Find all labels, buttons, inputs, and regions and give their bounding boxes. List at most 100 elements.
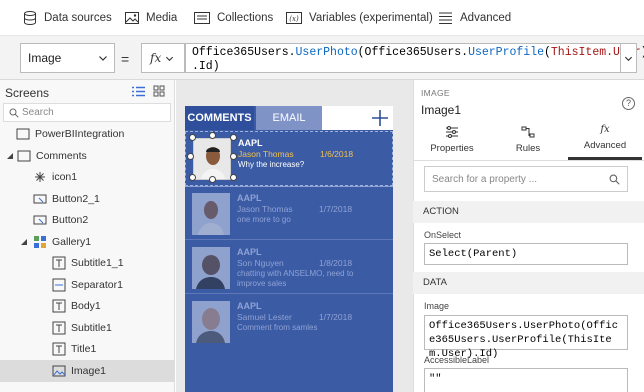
advanced-ribbon-button[interactable]: Advanced xyxy=(437,0,511,36)
grid-view-icon[interactable] xyxy=(153,85,165,97)
resize-handle[interactable] xyxy=(187,153,194,160)
formula-token: Office365Users. xyxy=(192,46,296,59)
help-icon[interactable]: ? xyxy=(622,97,635,110)
avatar[interactable] xyxy=(193,138,231,180)
property-dropdown-value: Image xyxy=(28,51,62,65)
tree-item-separator1[interactable]: Separator1 xyxy=(0,274,175,296)
advanced-ribbon-label: Advanced xyxy=(460,12,512,24)
tree-item-button2-1[interactable]: Button2_1 xyxy=(0,188,175,210)
resize-handle[interactable] xyxy=(230,174,237,181)
tree-item-icon1[interactable]: icon1 xyxy=(0,166,175,188)
fx-icon: fx xyxy=(150,51,162,65)
variables-button[interactable]: (x) Variables (experimental) xyxy=(285,0,433,36)
person-photo-icon xyxy=(192,193,230,235)
tab-advanced[interactable]: fx Advanced xyxy=(568,122,642,160)
tab-properties[interactable]: Properties xyxy=(417,122,487,160)
gallery-item[interactable]: AAPL Samuel Lester 1/7/2018 Comment from… xyxy=(185,295,393,350)
tree-item-label: Button2 xyxy=(52,213,89,226)
control-name: Image1 xyxy=(421,103,462,117)
tree-item-label: Separator1 xyxy=(71,278,123,291)
item-title: AAPL xyxy=(237,247,262,257)
search-icon xyxy=(9,108,19,118)
collections-button[interactable]: Collections xyxy=(193,0,273,36)
avatar xyxy=(192,193,230,235)
button-icon xyxy=(33,215,47,225)
image-property-input[interactable]: Office365Users.UserPhoto(Office365Users.… xyxy=(424,315,628,360)
tree-item-label: PowerBIIntegration xyxy=(35,127,125,140)
expanded-triangle-icon[interactable] xyxy=(20,238,28,246)
screens-search-placeholder: Search xyxy=(22,107,54,118)
formula-expand-button[interactable] xyxy=(621,43,637,73)
media-button[interactable]: Media xyxy=(124,0,177,36)
gallery-item[interactable]: AAPL Son Nguyen 1/8/2018 chatting with A… xyxy=(185,241,393,296)
tree-item-label: Gallery1 xyxy=(52,235,92,248)
tree-item-label: Body1 xyxy=(71,299,101,312)
tree-item-image1[interactable]: Image1 xyxy=(0,360,175,382)
screen-icon xyxy=(16,128,30,140)
item-date: 1/6/2018 xyxy=(320,149,354,159)
tree-item-powerbiintegration[interactable]: PowerBIIntegration xyxy=(0,123,175,145)
image-property-label: Image xyxy=(424,301,450,311)
gallery-item[interactable]: AAPL Jason Thomas 1/7/2018 one more to g… xyxy=(185,187,393,242)
chevron-down-icon xyxy=(166,56,174,61)
add-button[interactable] xyxy=(322,106,393,130)
chevron-down-icon xyxy=(99,56,107,61)
item-title: AAPL xyxy=(237,193,262,203)
person-photo-icon xyxy=(194,139,230,179)
screens-search-input[interactable]: Search xyxy=(3,103,171,122)
property-dropdown[interactable]: Image xyxy=(20,43,115,73)
tree-item-comments[interactable]: Comments xyxy=(0,145,175,167)
resize-handle[interactable] xyxy=(209,132,216,139)
fx-icon: fx xyxy=(600,124,610,135)
screens-title: Screens xyxy=(5,86,50,100)
item-body: Comment from samles xyxy=(237,323,318,332)
tree-item-label: Subtitle1_1 xyxy=(71,256,124,269)
tree-item-body1[interactable]: Body1 xyxy=(0,295,175,317)
resize-handle[interactable] xyxy=(209,176,216,183)
formula-token: UserProfile xyxy=(468,46,544,59)
section-action: ACTION xyxy=(413,201,644,223)
tree-item-label: Comments xyxy=(36,149,87,162)
data-sources-button[interactable]: Data sources xyxy=(22,0,112,36)
resize-handle[interactable] xyxy=(189,174,196,181)
database-icon xyxy=(24,11,36,26)
item-body: Why the increase? xyxy=(238,160,305,169)
expanded-triangle-icon[interactable] xyxy=(6,152,14,160)
accessiblelabel-label: AccessibleLabel xyxy=(424,355,490,365)
tree-item-subtitle1-1[interactable]: Subtitle1_1 xyxy=(0,252,175,274)
formula-token: ) xyxy=(641,46,644,59)
email-tab-button[interactable]: EMAIL xyxy=(256,106,322,130)
icon-control-icon xyxy=(35,171,45,182)
tree-item-gallery1[interactable]: Gallery1 xyxy=(0,231,175,253)
fx-button[interactable]: fx xyxy=(141,43,185,73)
formula-token: .Id) xyxy=(192,60,220,73)
item-user: Jason Thomas xyxy=(238,149,294,159)
tree-item-label: Button2_1 xyxy=(52,192,100,205)
resize-handle[interactable] xyxy=(230,134,237,141)
tree-item-title1[interactable]: Title1 xyxy=(0,338,175,360)
label-icon xyxy=(52,321,66,335)
onselect-input[interactable]: Select(Parent) xyxy=(424,243,628,265)
data-sources-label: Data sources xyxy=(44,12,112,24)
item-user: Jason Thomas xyxy=(237,204,293,214)
comments-tab-button[interactable]: COMMENTS xyxy=(185,106,254,130)
list-view-icon[interactable] xyxy=(132,86,145,97)
svg-text:(x): (x) xyxy=(289,15,299,23)
gallery-item[interactable]: AAPL Jason Thomas 1/6/2018 Why the incre… xyxy=(185,131,393,186)
property-search-input[interactable]: Search for a property ... xyxy=(424,166,628,192)
formula-input[interactable]: Office365Users.UserPhoto(Office365Users.… xyxy=(185,43,644,73)
button-icon xyxy=(33,194,47,204)
tree-item-label: Title1 xyxy=(71,342,97,355)
tree-item-button2[interactable]: Button2 xyxy=(0,209,175,231)
resize-handle[interactable] xyxy=(189,134,196,141)
resize-handle[interactable] xyxy=(230,153,237,160)
tree-item-subtitle1[interactable]: Subtitle1 xyxy=(0,317,175,339)
item-body: one more to go xyxy=(237,215,291,224)
accessiblelabel-input[interactable]: "" xyxy=(424,368,628,392)
label-icon xyxy=(52,256,66,270)
section-data: DATA xyxy=(413,272,644,294)
tab-rules[interactable]: Rules xyxy=(493,122,563,160)
label-icon xyxy=(52,342,66,356)
list-icon xyxy=(439,12,452,24)
collection-icon xyxy=(194,12,210,24)
